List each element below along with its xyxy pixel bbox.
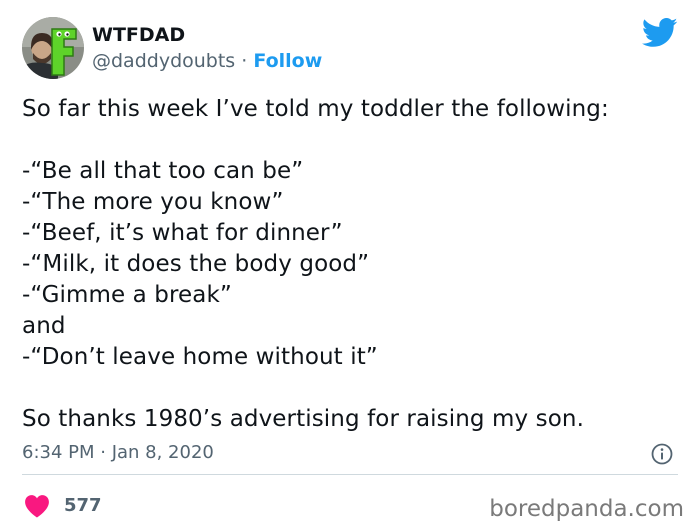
author-handle-row: @daddydoubts · Follow bbox=[92, 50, 322, 72]
heart-icon[interactable] bbox=[24, 494, 50, 518]
tweet-line: -“Gimme a break” bbox=[22, 282, 232, 308]
tweet-line: -“Milk, it does the body good” bbox=[22, 251, 370, 277]
follow-button[interactable]: Follow bbox=[253, 50, 322, 72]
tweet-line: So thanks 1980’s advertising for raising… bbox=[22, 406, 584, 432]
author-handle[interactable]: @daddydoubts bbox=[92, 50, 235, 72]
tweet-line bbox=[22, 373, 682, 404]
info-icon[interactable] bbox=[651, 443, 673, 465]
tweet-line: -“Be all that too can be” bbox=[22, 158, 304, 184]
avatar-image bbox=[22, 17, 84, 79]
tweet-text: So far this week I’ve told my toddler th… bbox=[22, 94, 682, 435]
tweet-line: So far this week I’ve told my toddler th… bbox=[22, 96, 609, 122]
watermark: boredpanda.com bbox=[489, 496, 684, 522]
like-count[interactable]: 577 bbox=[64, 495, 102, 517]
tweet-line bbox=[22, 125, 682, 156]
tweet-line: and bbox=[22, 313, 66, 339]
tweet-line: -“Don’t leave home without it” bbox=[22, 344, 378, 370]
avatar[interactable] bbox=[22, 17, 84, 79]
divider bbox=[22, 474, 678, 475]
tweet-timestamp[interactable]: 6:34 PM · Jan 8, 2020 bbox=[22, 442, 214, 464]
handle-separator: · bbox=[241, 50, 248, 72]
author-display-name[interactable]: WTFDAD bbox=[92, 24, 185, 46]
tweet-line: -“Beef, it’s what for dinner” bbox=[22, 220, 343, 246]
tweet-line: -“The more you know” bbox=[22, 189, 284, 215]
twitter-bird-icon[interactable] bbox=[642, 18, 678, 48]
